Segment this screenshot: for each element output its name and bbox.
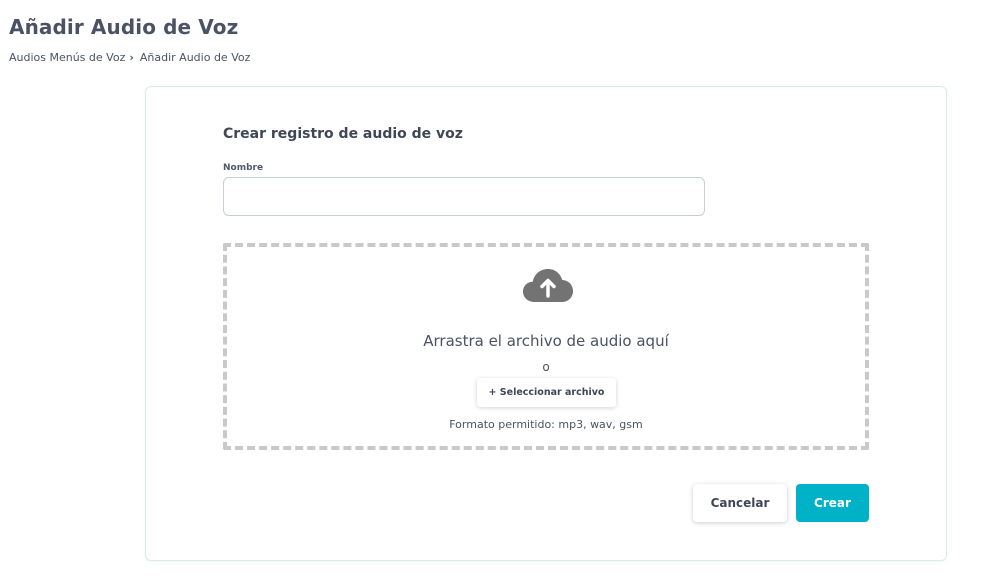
breadcrumb-current: Añadir Audio de Voz (139, 51, 251, 64)
audio-dropzone[interactable]: Arrastra el archivo de audio aquí o + Se… (223, 243, 869, 450)
form-card: Crear registro de audio de voz Nombre Ar… (145, 86, 947, 561)
or-separator: o (542, 360, 550, 374)
cloud-upload-icon (523, 269, 573, 302)
breadcrumb-link-audios[interactable]: Audios Menús de Voz (9, 51, 125, 64)
drop-instruction: Arrastra el archivo de audio aquí (423, 332, 669, 350)
breadcrumb-separator: › (129, 51, 134, 64)
create-button[interactable]: Crear (796, 484, 869, 522)
cancel-button[interactable]: Cancelar (693, 484, 787, 522)
page-title: Añadir Audio de Voz (9, 15, 239, 39)
form-title: Crear registro de audio de voz (223, 126, 463, 142)
select-file-button[interactable]: + Seleccionar archivo (477, 378, 616, 407)
name-input[interactable] (223, 177, 705, 216)
name-label: Nombre (223, 163, 264, 173)
allowed-format-text: Formato permitido: mp3, wav, gsm (449, 418, 643, 431)
breadcrumb: Audios Menús de Voz › Añadir Audio de Vo… (9, 51, 250, 64)
